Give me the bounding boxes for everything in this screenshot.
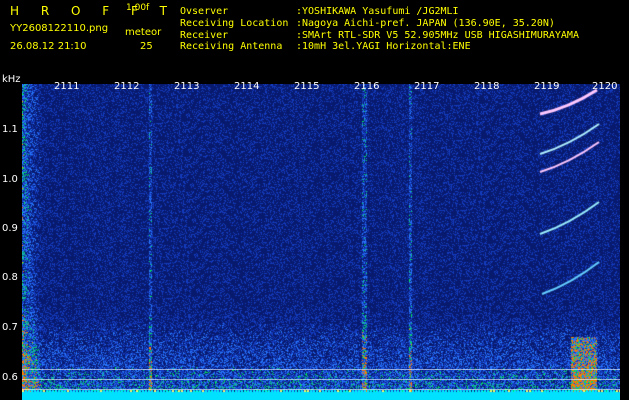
y-axis-unit: kHz	[2, 74, 21, 85]
reference-line	[22, 389, 620, 390]
x-tick-label: 2116	[354, 81, 380, 92]
y-tick-label: 0.9	[2, 223, 18, 234]
receiver-value: :SMArt RTL-SDR V5 52.905MHz USB HIGASHIM…	[296, 30, 579, 41]
observation-datetime: 26.08.12 21:10	[10, 41, 87, 52]
y-tick-label: 1.1	[2, 124, 18, 135]
antenna-key: Receiving Antenna	[180, 41, 283, 52]
x-tick-label: 2113	[174, 81, 200, 92]
spectrogram-panel	[22, 84, 620, 400]
x-tick-label: 2117	[414, 81, 440, 92]
y-tick-label: 0.7	[2, 322, 18, 333]
spectrogram-image	[22, 84, 620, 400]
x-tick-label: 2119	[534, 81, 560, 92]
reference-line	[22, 369, 620, 370]
y-tick-label: 1.0	[2, 174, 18, 185]
x-tick-label: 2114	[234, 81, 260, 92]
receiver-key: Receiver	[180, 30, 229, 41]
y-tick-label: 0.8	[2, 272, 18, 283]
app-version: 1.00f	[126, 3, 150, 13]
location-key: Receiving Location	[180, 18, 289, 29]
x-tick-label: 2111	[54, 81, 80, 92]
observer-key: Ovserver	[180, 6, 229, 17]
meteor-count: 25	[140, 41, 153, 52]
x-tick-label: 2112	[114, 81, 140, 92]
x-tick-label: 2118	[474, 81, 500, 92]
hrofft-screen: H R O F F T 1.00f YY2608122110.png meteo…	[0, 0, 629, 400]
meteor-label: meteor	[125, 27, 162, 38]
observer-value: :YOSHIKAWA Yasufumi /JG2MLI	[296, 6, 459, 17]
location-value: :Nagoya Aichi-pref. JAPAN (136.90E, 35.2…	[296, 18, 555, 29]
x-tick-label: 2115	[294, 81, 320, 92]
y-tick-label: 0.6	[2, 372, 18, 383]
reference-line	[22, 379, 620, 380]
app-title: H R O F F T	[10, 4, 177, 18]
x-tick-label: 2120	[592, 81, 618, 92]
antenna-value: :10mH 3el.YAGI Horizontal:ENE	[296, 41, 471, 52]
image-filename: YY2608122110.png	[10, 23, 109, 34]
